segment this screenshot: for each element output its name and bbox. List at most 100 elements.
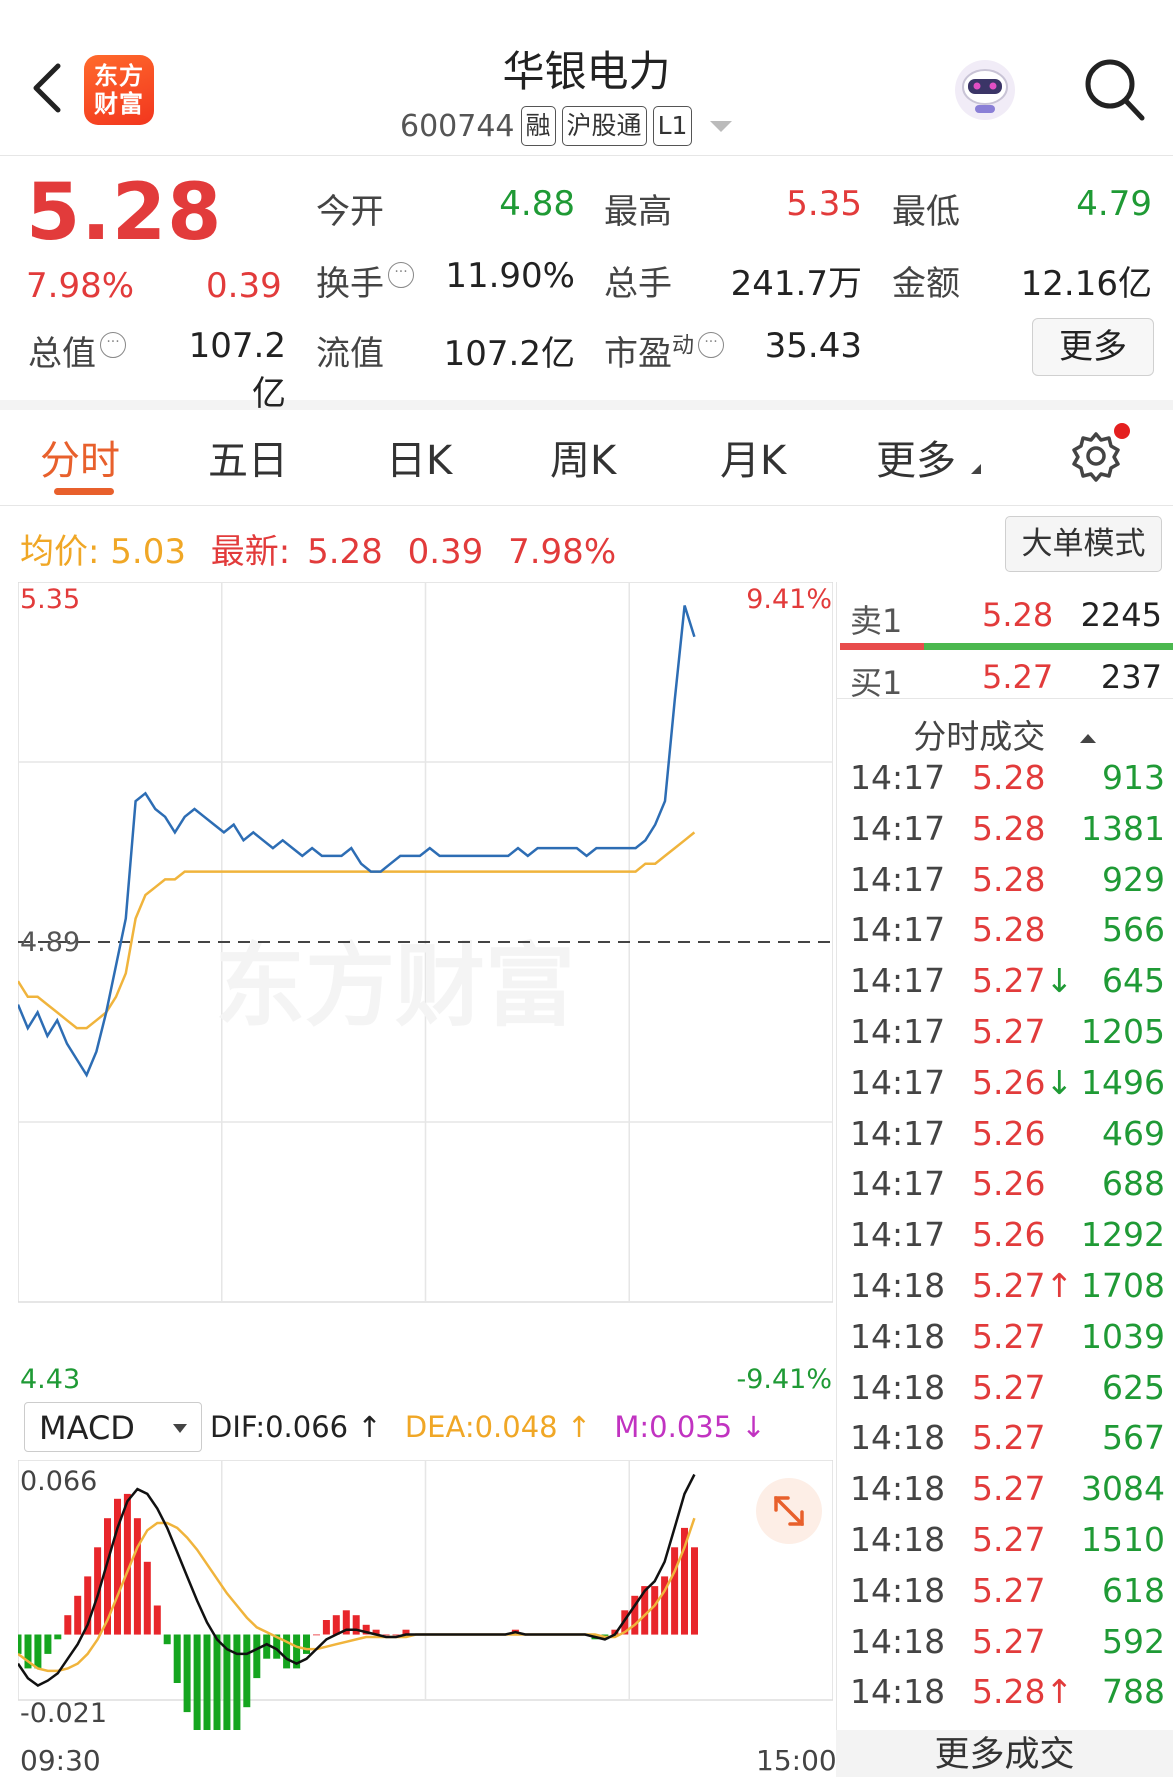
trade-time: 14:18 <box>850 1570 946 1610</box>
latest-change-pct: 7.98% <box>508 532 617 572</box>
trade-price: 5.28↑ <box>972 1672 1074 1712</box>
macd-bar <box>34 1634 42 1669</box>
more-trades-button[interactable]: 更多成交 <box>836 1730 1173 1777</box>
macd-bar <box>143 1561 151 1635</box>
tab-daily-k[interactable]: 日K <box>386 428 452 486</box>
buy1-volume: 237 <box>1100 658 1162 696</box>
top-price-label: 5.35 <box>20 584 80 615</box>
trade-price: 5.26 <box>972 1215 1046 1255</box>
buy1-price: 5.27 <box>982 658 1054 696</box>
trade-row: 14:17 5.28 1381 <box>850 809 1165 859</box>
trade-volume: 1205 <box>1081 1012 1165 1051</box>
pe-label[interactable]: 市盈动 ··· <box>604 326 725 375</box>
tab-intraday[interactable]: 分时 <box>40 428 120 486</box>
macd-bar <box>64 1615 72 1635</box>
macd-bar <box>651 1586 659 1635</box>
macd-bar <box>153 1605 161 1635</box>
sell-level-1: 卖1 5.28 2245 <box>850 596 1162 642</box>
trade-volume: 1708 <box>1081 1266 1165 1305</box>
trade-volume: 688 <box>1102 1164 1165 1204</box>
info-icon[interactable]: ··· <box>100 332 126 358</box>
dropdown-icon <box>173 1424 187 1433</box>
tag-connect: 沪股通 <box>561 106 647 146</box>
macd-bar <box>243 1634 251 1708</box>
trade-time: 14:18 <box>850 1621 946 1661</box>
trade-row: 14:17 5.27 ↓ 645 <box>850 961 1165 1011</box>
search-icon[interactable] <box>1082 56 1146 122</box>
sell1-volume: 2245 <box>1080 596 1162 634</box>
trade-volume: 788 <box>1102 1672 1165 1712</box>
big-order-mode-button[interactable]: 大单模式 <box>1005 516 1162 572</box>
turnover-label-text: 换手 <box>316 264 384 304</box>
mktcap-label[interactable]: 总值 ··· <box>28 326 126 375</box>
trade-row: 14:18 5.27↑ 1708 <box>850 1266 1165 1316</box>
macd-bar <box>18 1634 22 1654</box>
trade-price: 5.26 <box>972 1164 1046 1204</box>
indicator-selector[interactable]: MACD <box>24 1402 202 1452</box>
trade-volume: 645 <box>1102 961 1165 1001</box>
info-icon[interactable]: ··· <box>388 262 414 288</box>
turnover-label[interactable]: 换手 ··· <box>316 256 414 305</box>
trade-volume: 592 <box>1102 1621 1165 1661</box>
stock-code-line[interactable]: 600744 融 沪股通 L1 <box>400 104 733 148</box>
change-percent: 7.98% <box>26 266 135 306</box>
trade-time: 14:17 <box>850 758 946 797</box>
trade-time: 14:17 <box>850 1164 946 1204</box>
trade-price: 5.27 <box>972 1012 1046 1051</box>
tab-weekly-k[interactable]: 周K <box>550 428 616 486</box>
tab-monthly-k[interactable]: 月K <box>720 428 786 486</box>
macd-bar <box>193 1634 201 1730</box>
pe-value: 35.43 <box>764 326 862 366</box>
robot-assistant-icon[interactable] <box>950 55 1020 125</box>
buy1-label: 买1 <box>850 664 903 702</box>
tab-five-day[interactable]: 五日 <box>208 428 288 486</box>
intraday-info-row: 均价: 5.03 最新: 5.28 0.39 7.98% <box>20 524 616 573</box>
trades-header-label: 分时成交 <box>913 717 1046 756</box>
macd-bar <box>54 1634 62 1640</box>
trade-price: 5.27 <box>972 1520 1046 1559</box>
tag-level: L1 <box>652 106 693 146</box>
trade-time: 14:17 <box>850 961 946 1001</box>
active-tab-indicator <box>54 488 114 495</box>
macd-bar <box>44 1634 52 1654</box>
trade-volume: 567 <box>1102 1418 1165 1458</box>
macd-m-value: M:0.035 ↓ <box>614 1410 766 1444</box>
sort-up-icon <box>1079 734 1096 743</box>
trade-row: 14:18 5.27 1510 <box>850 1520 1165 1570</box>
dea-value: DEA:0.048 ↑ <box>404 1410 592 1444</box>
trade-price: 5.27 <box>972 1621 1046 1661</box>
macd-bar <box>671 1547 679 1635</box>
start-time-label: 09:30 <box>20 1744 101 1777</box>
trade-price: 5.27 <box>972 1570 1046 1610</box>
expand-icon[interactable] <box>756 1478 822 1544</box>
trade-time: 14:18 <box>850 1520 946 1559</box>
trade-time: 14:17 <box>850 910 946 950</box>
tab-more[interactable]: 更多 <box>876 428 981 486</box>
trade-volume: 1039 <box>1081 1316 1165 1356</box>
trade-row: 14:17 5.28 913 <box>850 758 1165 808</box>
macd-bottom-label: -0.021 <box>20 1698 107 1729</box>
trade-price: 5.26 <box>972 1113 1046 1153</box>
chevron-down-icon[interactable] <box>710 120 733 132</box>
trade-time: 14:17 <box>850 1012 946 1051</box>
notification-dot <box>1114 423 1130 439</box>
open-value: 4.88 <box>499 184 575 224</box>
sell-strength-bar <box>840 643 924 650</box>
turnover-value: 11.90% <box>445 256 575 296</box>
info-icon[interactable]: ··· <box>698 332 725 358</box>
sell1-label: 卖1 <box>850 602 903 640</box>
trade-row: 14:17 5.26 688 <box>850 1164 1165 1214</box>
trade-row: 14:17 5.26 469 <box>850 1114 1165 1164</box>
trade-time: 14:17 <box>850 1113 946 1153</box>
avg-value: 5.03 <box>110 532 186 572</box>
intraday-chart[interactable]: 东方财富 5.35 4.43 4.89 9.41% -9.41% <box>18 582 833 1397</box>
more-quote-button[interactable]: 更多 <box>1032 318 1154 376</box>
trade-price: 5.28 <box>972 859 1046 899</box>
macd-bar <box>163 1634 171 1645</box>
macd-chart[interactable]: 0.066 -0.021 <box>18 1460 833 1730</box>
trade-volume: 625 <box>1102 1367 1165 1407</box>
buy-strength-bar <box>924 643 1173 650</box>
trade-price: 5.28 <box>972 758 1046 797</box>
trade-price: 5.27 <box>972 1316 1046 1356</box>
trades-header[interactable]: 分时成交 <box>836 710 1173 758</box>
